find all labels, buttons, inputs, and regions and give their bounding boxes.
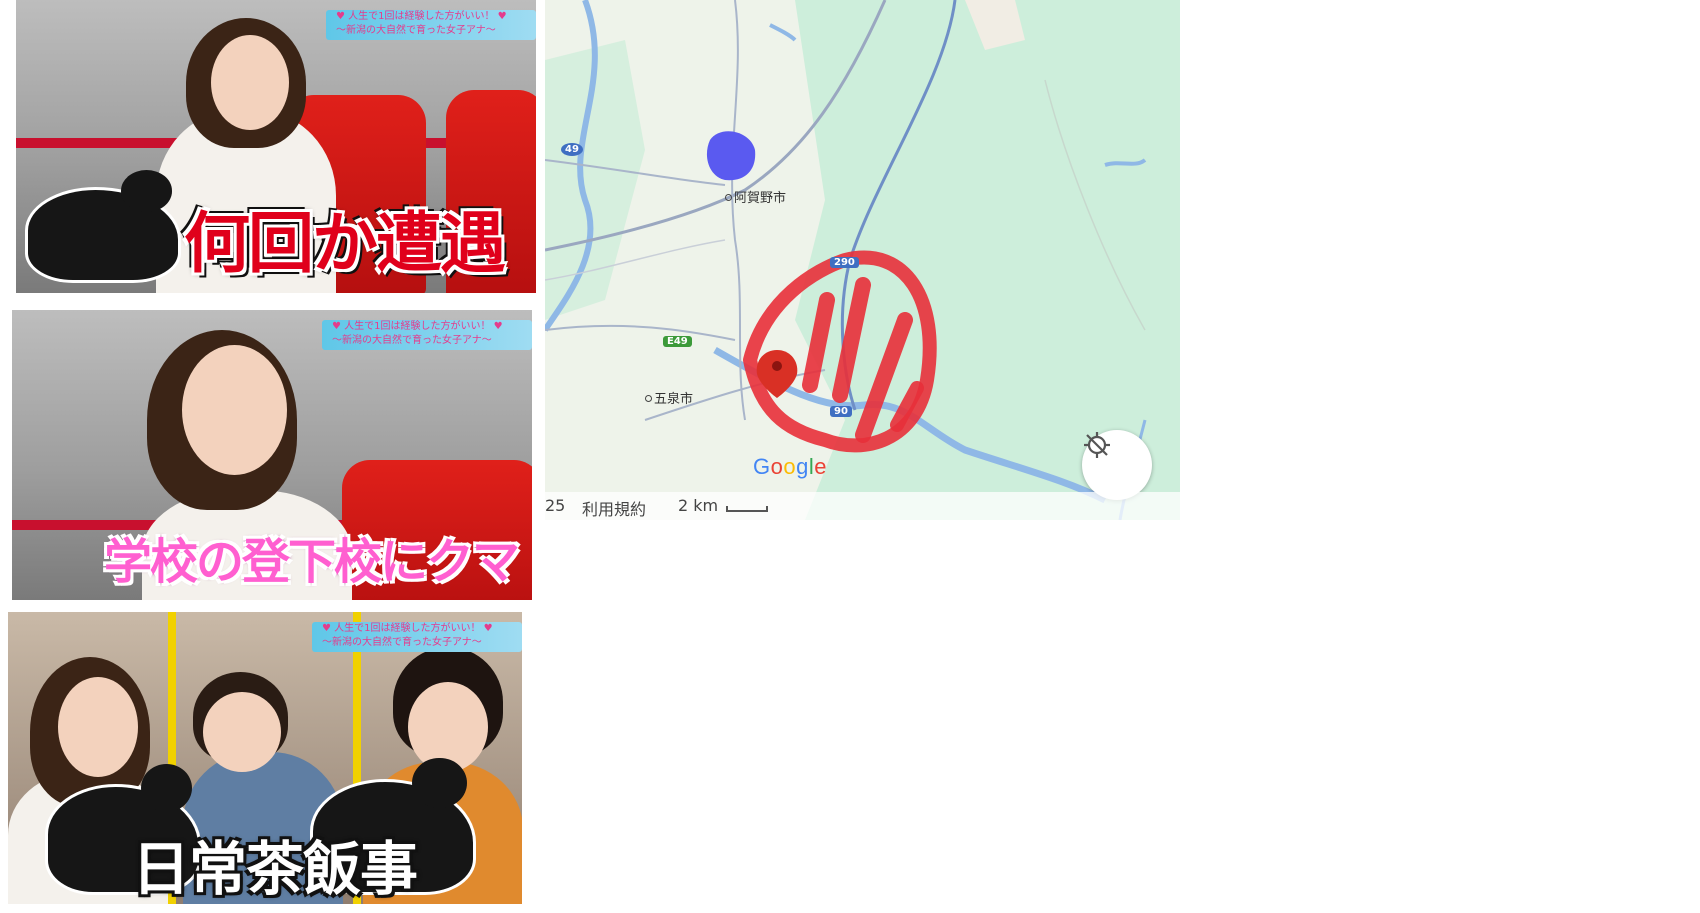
place-name: 阿賀野市	[734, 191, 787, 206]
map-pin-dot	[772, 361, 782, 371]
place-label-agano[interactable]: 阿賀野市	[725, 187, 786, 206]
caption-text: 何回か遭遇	[184, 205, 506, 282]
program-banner: ♥ 人生で1回は経験した方がいい！ ♥ ～新潟の大自然で育った女子アナ～	[322, 320, 532, 350]
route-shield-49: 49	[561, 143, 583, 156]
presenter-face	[211, 35, 289, 130]
caption-text: 日常茶飯事	[132, 835, 418, 903]
place-dot-icon	[645, 395, 652, 402]
scale-label: 2 km	[678, 496, 719, 515]
program-banner: ♥ 人生で1回は経験した方がいい！ ♥ ～新潟の大自然で育った女子アナ～	[312, 622, 522, 652]
banner-text: ♥ 人生で1回は経験した方がいい！ ♥	[332, 321, 503, 332]
road	[545, 324, 736, 341]
blue-mark	[706, 131, 756, 181]
banner-text: ～新潟の大自然で育った女子アナ～	[322, 637, 482, 648]
place-label-gosen[interactable]: 五泉市	[645, 388, 693, 407]
place-name: 五泉市	[654, 392, 694, 407]
google-logo: Google	[753, 454, 828, 479]
terms-link[interactable]: 利用規約	[582, 496, 646, 520]
map-view[interactable]: 阿賀野市 五泉市 49 290 E49 90 Google 25 利用規約 2 …	[545, 0, 1180, 520]
location-off-icon	[1084, 432, 1110, 458]
banner-text: ♥ 人生で1回は経験した方がいい！ ♥	[322, 623, 493, 634]
banner-text: ～新潟の大自然で育った女子アナ～	[332, 335, 492, 346]
scale-bar	[726, 506, 768, 512]
bear-illustration	[28, 170, 178, 280]
video-still-2: ♥ 人生で1回は経験した方がいい！ ♥ ～新潟の大自然で育った女子アナ～ 学校の…	[12, 310, 532, 600]
route-shield-290: 290	[830, 257, 859, 268]
place-dot-icon	[725, 194, 732, 201]
expressway-shield-e49: E49	[663, 336, 692, 347]
caption-text: 学校の登下校にクマ	[104, 534, 520, 590]
map-footer: 25 利用規約 2 km	[545, 492, 1180, 520]
lake	[769, 23, 797, 42]
banner-text: ♥ 人生で1回は経験した方がいい！ ♥	[336, 11, 507, 22]
video-still-1: ♥ 人生で1回は経験した方がいい！ ♥ ～新潟の大自然で育った女子アナ～ 何回か…	[16, 0, 536, 293]
presenter-face	[58, 677, 138, 777]
banner-text: ～新潟の大自然で育った女子アナ～	[336, 25, 496, 36]
route-shield: 90	[830, 406, 852, 417]
copyright-year: 25	[545, 496, 566, 515]
program-banner: ♥ 人生で1回は経験した方がいい！ ♥ ～新潟の大自然で育った女子アナ～	[326, 10, 536, 40]
guest-face	[203, 692, 281, 772]
presenter-face	[182, 345, 287, 475]
my-location-button[interactable]	[1082, 430, 1152, 500]
video-still-3: ♥ 人生で1回は経験した方がいい！ ♥ ～新潟の大自然で育った女子アナ～ 日常茶…	[8, 612, 522, 904]
